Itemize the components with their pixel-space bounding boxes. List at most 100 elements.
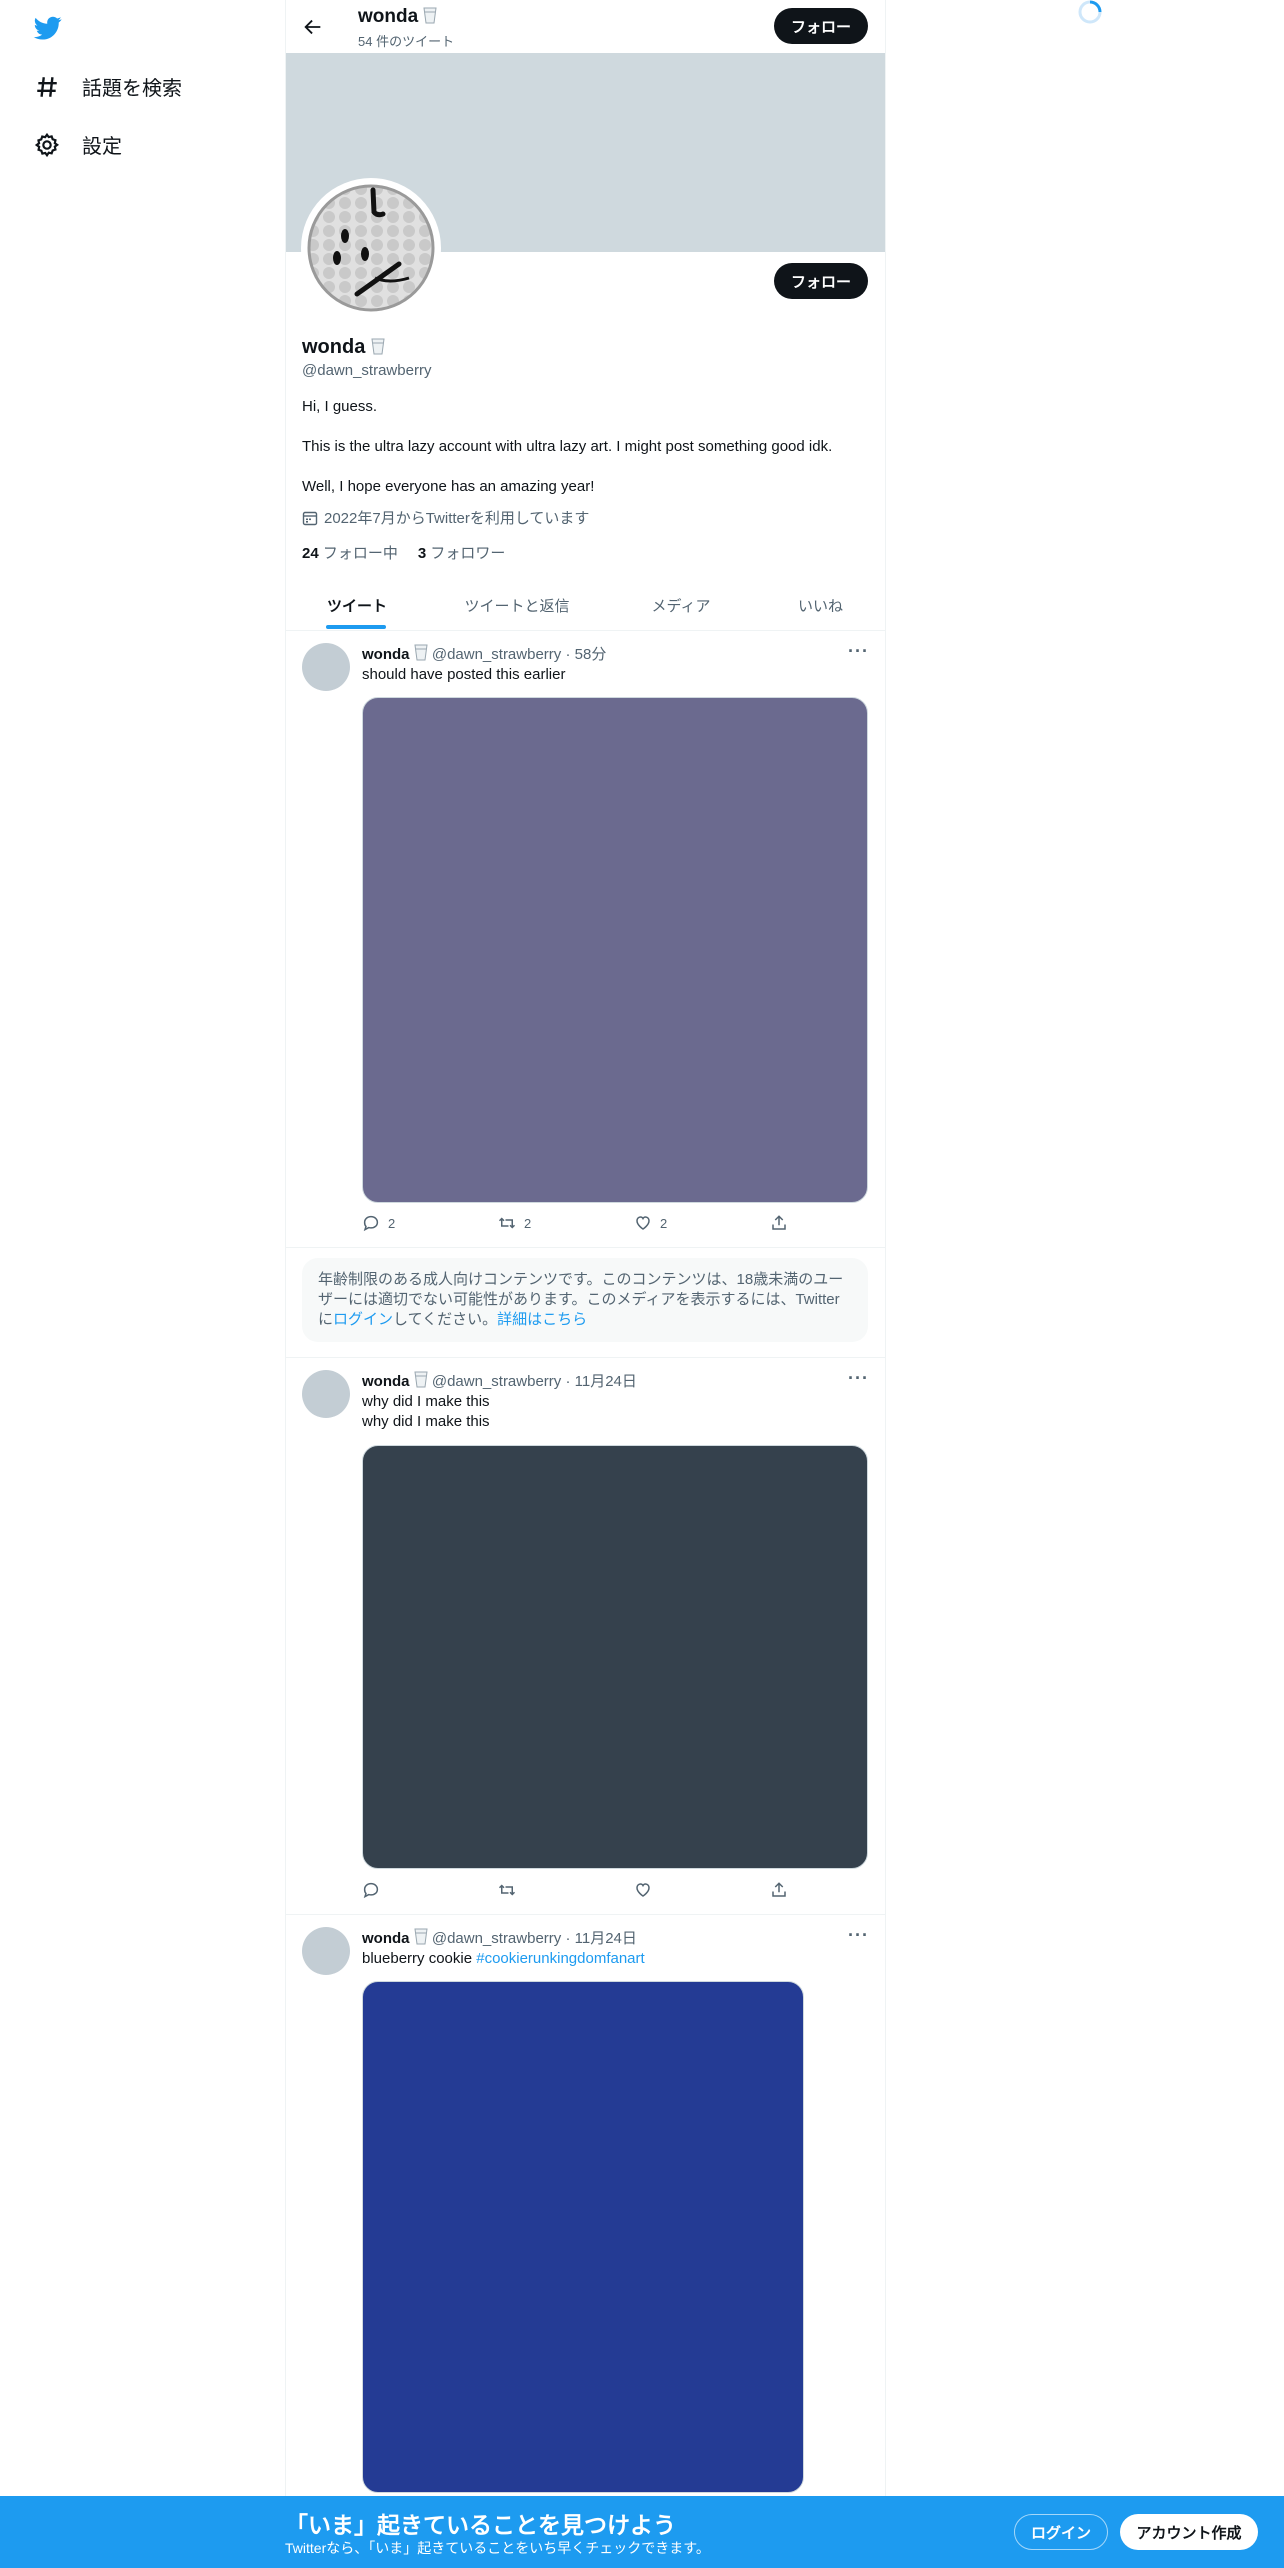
reply-icon (363, 1215, 379, 1232)
followers-link[interactable]: 3 フォロワー (418, 542, 506, 563)
tweet-separator: · (565, 646, 571, 663)
tweet-media-image[interactable] (362, 1445, 868, 1869)
sensitive-login-link[interactable]: ログイン (333, 1311, 393, 1328)
tweet-timestamp[interactable]: 11月24日 (575, 1930, 637, 1947)
header-title: wonda (358, 6, 438, 28)
tab-media[interactable]: メディア (606, 580, 756, 630)
tab-tweets-label: ツイート (326, 597, 387, 615)
tweet-timestamp[interactable]: 11月24日 (575, 1373, 637, 1390)
reply-button[interactable] (362, 1881, 380, 1899)
profile-avatar[interactable] (301, 178, 441, 318)
cup-emoji-icon (423, 7, 438, 24)
tweet-author-handle[interactable]: @dawn_strawberry (432, 1373, 561, 1390)
followers-count: 3 (417, 545, 427, 562)
following-link[interactable]: 24 フォロー中 (302, 542, 398, 563)
nav-explore[interactable]: 話題を検索 (34, 72, 182, 101)
tweet-text: should have posted this earlier (362, 666, 566, 683)
tweet-avatar[interactable] (302, 1370, 350, 1418)
joined-date: 2022年7月からTwitterを利用しています (302, 507, 589, 528)
tweet-separator: · (565, 1373, 571, 1390)
followers-label: フォロワー (430, 545, 506, 562)
like-count: 2 (660, 1215, 668, 1231)
golf-ball-avatar-image (307, 184, 435, 312)
share-icon (772, 1215, 786, 1230)
tweet-media-image[interactable] (362, 1981, 804, 2493)
tweet-text-body: blueberry cookie (362, 1950, 477, 1967)
tweet-author-name[interactable]: wonda (362, 1373, 410, 1390)
share-button[interactable] (770, 1881, 788, 1899)
tweet-media-image[interactable] (362, 697, 868, 1203)
tweet-1[interactable]: wonda @dawn_strawberry · 58分 ··· should … (286, 631, 885, 1247)
tab-tweets[interactable]: ツイート (286, 580, 428, 630)
tab-tweets-and-replies[interactable]: ツイートと返信 (428, 580, 606, 630)
login-button[interactable]: ログイン (1014, 2514, 1108, 2550)
tweet-author-name[interactable]: wonda (362, 646, 410, 663)
tweet-2[interactable]: wonda @dawn_strawberry · 11月24日 ··· why … (286, 1358, 885, 1914)
tweet-header: wonda @dawn_strawberry · 58分 (362, 643, 606, 664)
profile-header-bar: wonda 54 件のツイート フォロー (286, 0, 885, 53)
nav-explore-label: 話題を検索 (82, 78, 182, 100)
like-button[interactable]: 2 (634, 1214, 667, 1232)
follow-stats: 24 フォロー中 3 フォロワー (302, 542, 505, 563)
tweet-separator: · (565, 1930, 571, 1947)
reply-count: 2 (388, 1215, 396, 1231)
twitter-logo-icon[interactable] (32, 14, 64, 42)
heart-icon (636, 1883, 650, 1897)
tweet-header: wonda @dawn_strawberry · 11月24日 (362, 1927, 637, 1948)
profile-name: wonda (302, 336, 385, 359)
heart-icon (636, 1216, 650, 1230)
bio-line-2: This is the ultra lazy account with ultr… (302, 438, 833, 455)
tweet-author-handle[interactable]: @dawn_strawberry (432, 1930, 561, 1947)
bio-line-1: Hi, I guess. (302, 398, 378, 415)
signup-banner: 「いま」起きていることを見つけよう Twitterなら、「いま」起きていることを… (0, 2496, 1284, 2568)
tweet-avatar[interactable] (302, 643, 350, 691)
calendar-icon (302, 511, 318, 525)
cup-emoji-icon (414, 1371, 428, 1388)
retweet-icon (498, 1884, 516, 1896)
banner-title: 「いま」起きていることを見つけよう (285, 2512, 676, 2538)
tweet-timestamp[interactable]: 58分 (575, 646, 607, 663)
more-options-icon[interactable]: ··· (848, 1925, 869, 1946)
profile-follow-button[interactable]: フォロー (774, 263, 868, 299)
tweet-actions (362, 1881, 786, 1901)
nav-settings[interactable]: 設定 (34, 130, 122, 159)
gear-icon (34, 132, 60, 157)
nav-settings-label: 設定 (82, 136, 122, 158)
tweet-avatar[interactable] (302, 1927, 350, 1975)
bio-line-3: Well, I hope everyone has an amazing yea… (302, 478, 595, 495)
tweet-3[interactable]: wonda @dawn_strawberry · 11月24日 ··· blue… (286, 1915, 885, 2496)
tweet-divider (286, 1247, 885, 1248)
reply-icon (363, 1882, 379, 1899)
cup-emoji-icon (414, 644, 428, 661)
main-column: wonda 54 件のツイート フォロー フォロー wonda @dawn_st… (285, 0, 886, 2568)
tab-media-label: メディア (651, 597, 711, 615)
header-follow-button[interactable]: フォロー (774, 8, 868, 44)
retweet-button[interactable]: 2 (498, 1214, 531, 1232)
cup-emoji-icon (414, 1928, 428, 1945)
sensitive-notice-text-2: してください。 (393, 1311, 498, 1328)
tweet-header: wonda @dawn_strawberry · 11月24日 (362, 1370, 637, 1391)
tweet-text-line-2: why did I make this (362, 1413, 490, 1430)
sensitive-details-link[interactable]: 詳細はこちら (497, 1311, 587, 1328)
tweet-author-name[interactable]: wonda (362, 1930, 410, 1947)
reply-button[interactable]: 2 (362, 1214, 395, 1232)
signup-button[interactable]: アカウント作成 (1120, 2514, 1258, 2550)
joined-date-text: 2022年7月からTwitterを利用しています (324, 510, 590, 527)
tab-likes-label: いいね (797, 597, 843, 615)
more-options-icon[interactable]: ··· (848, 1368, 869, 1389)
tweet-text: blueberry cookie #cookierunkingdomfanart (362, 1949, 645, 1969)
retweet-button[interactable] (498, 1881, 516, 1899)
profile-name-text: wonda (302, 336, 366, 358)
cup-emoji-icon (371, 338, 385, 355)
hashtag-link[interactable]: #cookierunkingdomfanart (476, 1950, 644, 1967)
tab-likes[interactable]: いいね (756, 580, 885, 630)
tweet-text-line-1: why did I make this (362, 1393, 490, 1410)
more-options-icon[interactable]: ··· (848, 641, 869, 662)
header-tweet-count: 54 件のツイート (358, 34, 455, 49)
following-label: フォロー中 (322, 545, 398, 562)
share-button[interactable] (770, 1214, 788, 1232)
tweet-author-handle[interactable]: @dawn_strawberry (432, 646, 561, 663)
like-button[interactable] (634, 1881, 652, 1899)
sensitive-content-notice: 年齢制限のある成人向けコンテンツです。このコンテンツは、18歳未満のユーザーには… (302, 1258, 868, 1342)
back-arrow-icon[interactable] (302, 16, 324, 38)
